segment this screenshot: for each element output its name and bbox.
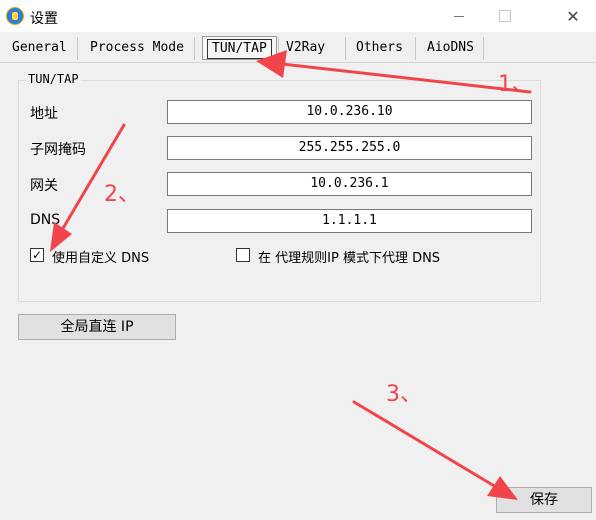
tab-general[interactable]: General (8, 37, 71, 59)
annotation-label-2: 2、 (104, 182, 140, 207)
tab-v2ray[interactable]: V2Ray (282, 37, 329, 59)
subnet-mask-label: 子网掩码 (30, 142, 86, 158)
close-button[interactable]: ✕ (550, 0, 596, 32)
gateway-input[interactable]: 10.0.236.1 (167, 172, 532, 196)
title-bar: 设置 ✕ (0, 0, 596, 32)
dns-input[interactable]: 1.1.1.1 (167, 209, 532, 233)
address-label: 地址 (30, 106, 58, 122)
tab-separator (345, 37, 346, 60)
minimize-icon (454, 15, 464, 17)
save-button[interactable]: 保存 (496, 487, 592, 513)
proxy-dns-label[interactable]: 在 代理规则IP 模式下代理 DNS (258, 247, 440, 266)
custom-dns-checkbox[interactable]: ✓ (30, 248, 44, 262)
tab-divider (0, 62, 596, 63)
tab-tun-tap-label: TUN/TAP (207, 39, 272, 59)
maximize-icon (499, 10, 511, 22)
dns-label: DNS (30, 212, 61, 228)
close-icon: ✕ (566, 6, 580, 26)
tab-separator (77, 37, 78, 60)
global-direct-ip-button[interactable]: 全局直连 IP (18, 314, 176, 340)
proxy-dns-checkbox[interactable] (236, 248, 250, 262)
tab-separator (415, 37, 416, 60)
custom-dns-label[interactable]: 使用自定义 DNS (52, 247, 149, 266)
annotation-label-1: 1、 (498, 72, 534, 97)
tab-others[interactable]: Others (352, 37, 407, 59)
groupbox-title: TUN/TAP (26, 72, 81, 86)
annotation-arrow-3 (352, 400, 518, 500)
maximize-button[interactable] (482, 0, 528, 32)
tab-separator (483, 37, 484, 60)
subnet-mask-input[interactable]: 255.255.255.0 (167, 136, 532, 160)
tab-separator (194, 37, 195, 60)
window-title: 设置 (30, 11, 58, 27)
minimize-button[interactable] (436, 0, 482, 32)
annotation-label-3: 3、 (386, 382, 422, 407)
tab-tun-tap[interactable]: TUN/TAP (202, 36, 277, 60)
tab-process-mode[interactable]: Process Mode (86, 37, 188, 59)
tab-separator (278, 37, 279, 60)
address-input[interactable]: 10.0.236.10 (167, 100, 532, 124)
checkmark-icon: ✓ (31, 248, 43, 262)
app-icon (6, 7, 24, 25)
gateway-label: 网关 (30, 178, 58, 194)
tab-aiodns[interactable]: AioDNS (423, 37, 478, 59)
